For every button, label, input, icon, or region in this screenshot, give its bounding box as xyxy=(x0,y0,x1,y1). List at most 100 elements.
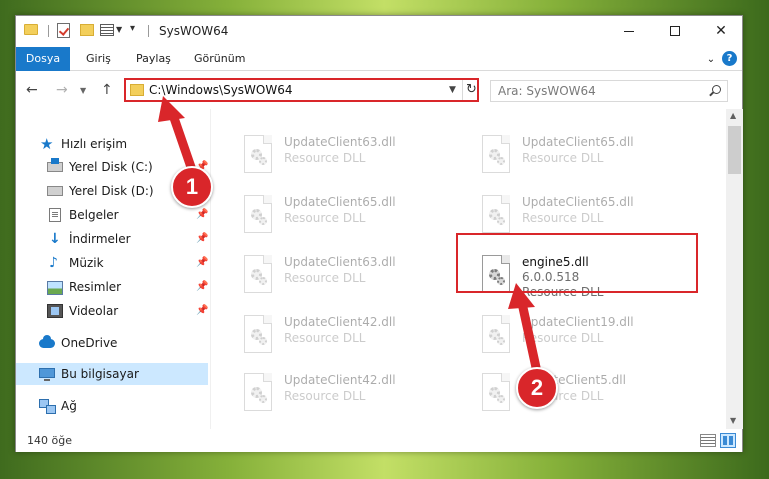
sidebar-item-documents[interactable]: Belgeler 📌 xyxy=(16,204,208,226)
scroll-down-icon[interactable]: ▼ xyxy=(730,416,736,425)
file-name: UpdateClient65.dll xyxy=(522,195,634,209)
sidebar-item-videos[interactable]: Videolar 📌 xyxy=(16,300,208,322)
recent-locations-icon[interactable]: ▼ xyxy=(80,86,86,95)
file-type: Resource DLL xyxy=(522,151,604,165)
sidebar-item-label: Videolar xyxy=(69,304,119,318)
navigation-pane: ★ Hızlı erişim Yerel Disk (C:) 📌 Yerel D… xyxy=(16,109,211,429)
chevron-down-icon[interactable]: ▼ xyxy=(449,85,456,95)
file-item[interactable]: UpdateClient42.dll Resource DLL xyxy=(234,367,454,419)
download-icon: ↓ xyxy=(49,231,61,247)
step-2-badge: 2 xyxy=(516,367,558,409)
file-name: UpdateClient65.dll xyxy=(284,195,396,209)
up-arrow-icon[interactable]: ↑ xyxy=(101,82,113,98)
forward-arrow-icon[interactable]: → xyxy=(56,82,68,98)
tab-dosya[interactable]: Dosya xyxy=(16,47,70,71)
sidebar-item-pictures[interactable]: Resimler 📌 xyxy=(16,276,208,298)
sidebar-item-label: Yerel Disk (D:) xyxy=(69,184,154,198)
file-item[interactable]: UpdateClient63.dll Resource DLL xyxy=(234,129,454,181)
tab-paylas[interactable]: Paylaş xyxy=(126,47,181,71)
sidebar-item-network[interactable]: Ağ xyxy=(16,395,208,417)
search-placeholder[interactable]: Ara: SysWOW64 xyxy=(498,84,596,98)
sidebar-item-label: OneDrive xyxy=(61,336,118,350)
close-icon: ✕ xyxy=(715,23,727,39)
dll-file-icon xyxy=(242,195,274,235)
videos-icon xyxy=(47,304,63,318)
file-item[interactable]: UpdateClient19.dll Resource DLL xyxy=(472,309,692,361)
pin-icon[interactable]: 📌 xyxy=(196,305,208,316)
close-button[interactable]: ✕ xyxy=(698,16,744,46)
details-view-icon[interactable] xyxy=(700,434,716,447)
sidebar-item-music[interactable]: ♪ Müzik 📌 xyxy=(16,252,208,274)
dll-file-icon xyxy=(480,373,512,413)
dll-file-icon xyxy=(242,315,274,355)
help-icon[interactable]: ? xyxy=(722,51,737,66)
customize-toolbar-icon[interactable]: ▾ xyxy=(130,23,135,34)
refresh-icon[interactable]: ↻ xyxy=(462,80,480,100)
file-name: UpdateClient19.dll xyxy=(522,315,634,329)
file-name: UpdateClient63.dll xyxy=(284,255,396,269)
this-pc-icon xyxy=(39,368,55,381)
tab-gorunum[interactable]: Görünüm xyxy=(184,47,255,71)
dll-file-icon xyxy=(242,255,274,295)
pin-icon[interactable]: 📌 xyxy=(196,233,208,244)
dll-file-icon xyxy=(480,315,512,355)
search-icon[interactable] xyxy=(709,85,721,97)
sidebar-item-label: Bu bilgisayar xyxy=(61,367,139,381)
windows-drive-icon xyxy=(47,158,63,172)
engine5-highlight-box xyxy=(456,233,698,293)
sidebar-item-downloads[interactable]: ↓ İndirmeler 📌 xyxy=(16,228,208,250)
scroll-up-icon[interactable]: ▲ xyxy=(730,111,736,120)
expand-ribbon-icon[interactable]: ⌄ xyxy=(704,52,718,66)
new-folder-icon[interactable] xyxy=(80,24,94,36)
pin-icon[interactable]: 📌 xyxy=(196,281,208,292)
minimize-button[interactable] xyxy=(606,16,652,46)
file-type: Resource DLL xyxy=(284,211,366,225)
star-icon: ★ xyxy=(40,135,54,153)
status-bar: 140 öğe xyxy=(16,429,742,452)
pin-icon[interactable]: 📌 xyxy=(196,209,208,220)
drive-icon xyxy=(47,186,63,196)
toolbar-separator xyxy=(48,25,49,37)
file-type: Resource DLL xyxy=(284,151,366,165)
address-path[interactable]: C:\Windows\SysWOW64 xyxy=(149,83,293,97)
ribbon-tabs: Dosya Giriş Paylaş Görünüm ⌄ ? xyxy=(16,47,742,71)
sidebar-item-label: Belgeler xyxy=(69,208,119,222)
file-type: Resource DLL xyxy=(284,271,366,285)
file-type: Resource DLL xyxy=(284,389,366,403)
maximize-button[interactable] xyxy=(652,16,698,46)
dll-file-icon xyxy=(242,373,274,413)
properties-icon[interactable] xyxy=(100,24,114,36)
step-1-badge: 1 xyxy=(171,166,213,208)
pin-icon[interactable]: 📌 xyxy=(196,257,208,268)
file-name: UpdateClient42.dll xyxy=(284,315,396,329)
search-box[interactable]: Ara: SysWOW64 xyxy=(490,80,728,102)
title-bar: ▼ ▾ SysWOW64 ✕ xyxy=(16,16,742,47)
minimize-icon xyxy=(624,30,634,32)
sidebar-item-quick-access[interactable]: ★ Hızlı erişim xyxy=(16,133,208,155)
file-item[interactable]: UpdateClient5.dll Resource DLL xyxy=(472,367,692,419)
sidebar-item-onedrive[interactable]: OneDrive xyxy=(16,332,208,354)
address-bar[interactable]: C:\Windows\SysWOW64 ▼ ↻ xyxy=(124,78,479,102)
sidebar-item-this-pc[interactable]: Bu bilgisayar xyxy=(16,363,208,385)
tab-giris[interactable]: Giriş xyxy=(76,47,121,71)
sidebar-item-label: Resimler xyxy=(69,280,122,294)
folder-icon xyxy=(24,24,38,35)
dll-file-icon xyxy=(480,195,512,235)
file-item[interactable]: UpdateClient63.dll Resource DLL xyxy=(234,249,454,301)
back-arrow-icon[interactable]: ← xyxy=(26,82,38,98)
file-item[interactable]: UpdateClient42.dll Resource DLL xyxy=(234,309,454,361)
file-item[interactable]: UpdateClient65.dll Resource DLL xyxy=(234,189,454,241)
chevron-down-icon[interactable]: ▼ xyxy=(116,25,122,34)
onedrive-icon xyxy=(39,335,55,348)
sidebar-item-label: Hızlı erişim xyxy=(61,137,128,151)
vertical-scrollbar[interactable]: ▲ ▼ xyxy=(726,109,743,429)
window-title: SysWOW64 xyxy=(159,24,229,38)
properties-check-icon[interactable] xyxy=(57,23,70,38)
file-type: Resource DLL xyxy=(284,331,366,345)
sidebar-item-label: İndirmeler xyxy=(69,232,131,246)
navigation-bar: ← → ▼ ↑ C:\Windows\SysWOW64 ▼ ↻ Ara: Sys… xyxy=(16,71,742,109)
sidebar-item-label: Yerel Disk (C:) xyxy=(69,160,153,174)
scrollbar-thumb[interactable] xyxy=(728,126,741,174)
tiles-view-icon[interactable] xyxy=(720,433,736,448)
file-item[interactable]: UpdateClient65.dll Resource DLL xyxy=(472,129,692,181)
